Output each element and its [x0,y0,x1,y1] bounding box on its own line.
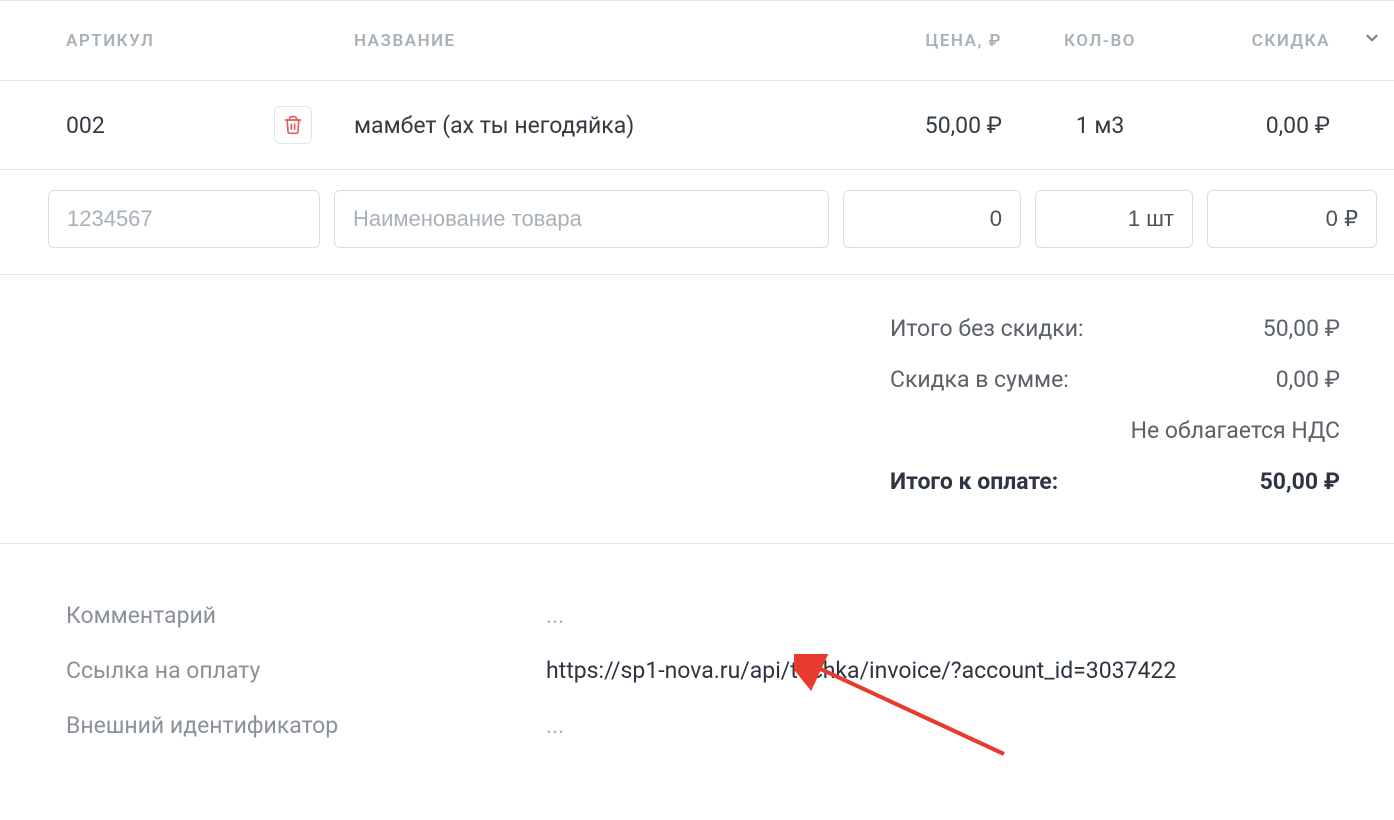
th-qty: КОЛ-ВО [1020,31,1180,51]
discount-input[interactable] [1207,190,1377,248]
discount-value: 0,00 ₽ [1190,366,1340,393]
items-table: АРТИКУЛ НАЗВАНИЕ ЦЕНА, ₽ КОЛ-ВО СКИДКА 0… [0,0,1394,793]
th-price: ЦЕНА, ₽ [838,31,1020,51]
table-row: 002 мамбет (ах ты негодяйка) 50,00 ₽ 1 м… [0,81,1394,170]
total-label: Итого к оплате: [890,468,1190,495]
trash-icon [283,115,303,135]
discount-row: Скидка в сумме: 0,00 ₽ [0,354,1340,405]
details-block: Комментарий ... Ссылка на оплату https:/… [0,544,1394,793]
paylink-label: Ссылка на оплату [66,657,546,684]
subtotal-row: Итого без скидки: 50,00 ₽ [0,303,1340,354]
cell-discount: 0,00 ₽ [1180,112,1350,139]
cell-name: мамбет (ах ты негодяйка) [340,112,838,139]
article-value: 002 [66,112,105,139]
cell-qty: 1 м3 [1020,112,1180,139]
subtotal-value: 50,00 ₽ [1190,315,1340,342]
comment-label: Комментарий [66,602,546,629]
subtotal-label: Итого без скидки: [890,315,1190,342]
th-name: НАЗВАНИЕ [340,31,838,51]
extid-value: ... [546,712,564,739]
expand-toggle[interactable] [1350,29,1394,52]
article-input[interactable] [48,190,320,248]
cell-article: 002 [0,106,340,144]
chevron-down-icon [1363,29,1381,47]
paylink-value: https://sp1-nova.ru/api/tochka/invoice/?… [546,657,1176,684]
add-item-row [0,170,1394,275]
total-row: Итого к оплате: 50,00 ₽ [0,456,1340,507]
comment-row[interactable]: Комментарий ... [66,588,1394,643]
vat-note: Не облагается НДС [890,417,1340,444]
vat-row: Не облагается НДС [0,405,1340,456]
extid-row[interactable]: Внешний идентификатор ... [66,698,1394,753]
discount-label: Скидка в сумме: [890,366,1190,393]
table-header: АРТИКУЛ НАЗВАНИЕ ЦЕНА, ₽ КОЛ-ВО СКИДКА [0,1,1394,81]
delete-row-button[interactable] [274,106,312,144]
name-input[interactable] [334,190,829,248]
th-article: АРТИКУЛ [0,31,340,51]
th-discount: СКИДКА [1180,31,1350,51]
comment-value: ... [546,602,564,629]
cell-price: 50,00 ₽ [838,112,1020,139]
qty-input[interactable] [1035,190,1193,248]
paylink-row[interactable]: Ссылка на оплату https://sp1-nova.ru/api… [66,643,1394,698]
total-value: 50,00 ₽ [1190,468,1340,495]
price-input[interactable] [843,190,1021,248]
totals-block: Итого без скидки: 50,00 ₽ Скидка в сумме… [0,275,1394,544]
extid-label: Внешний идентификатор [66,712,546,739]
